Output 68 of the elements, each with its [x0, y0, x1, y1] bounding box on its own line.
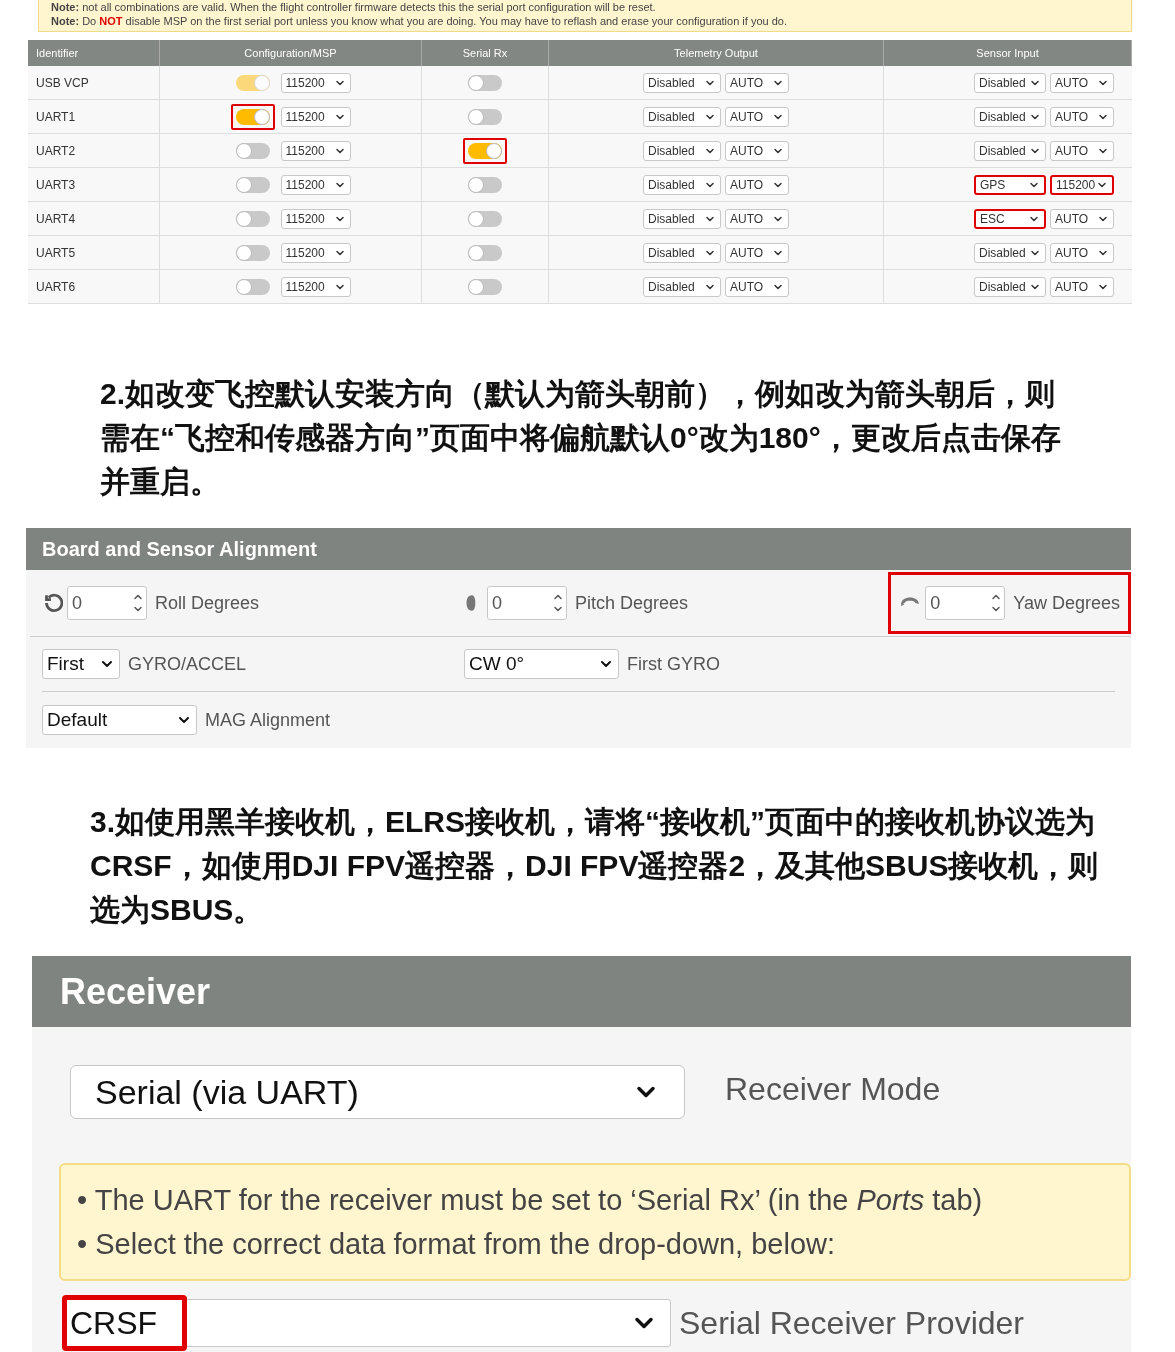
gyro-label: First GYRO — [627, 652, 720, 676]
mag-label: MAG Alignment — [205, 708, 331, 732]
note-text: Note: Do NOT disable MSP on the first serial port unless you know what you are doing. You may have to reflash and erase your configuration if you do. — [51, 14, 788, 28]
port-identifier: UART1 — [36, 108, 76, 126]
baud-dropdown[interactable]: AUTO — [1050, 140, 1114, 161]
baud-dropdown[interactable]: 115200 — [280, 72, 351, 93]
sensor-dropdown[interactable]: Disabled — [974, 72, 1046, 93]
info-text: • The UART for the receiver must be set to ‘Serial Rx’ (in the Ports tab) — [77, 1183, 984, 1218]
baud-dropdown[interactable]: 115200 — [280, 106, 351, 127]
degrees-label: Roll Degrees — [155, 591, 260, 615]
number-field[interactable]: 0 — [925, 586, 1006, 620]
degrees-label: Yaw Degrees — [1013, 591, 1120, 615]
mode-dropdown[interactable]: Serial (via UART) — [70, 1065, 685, 1119]
number-field[interactable]: 0 — [487, 586, 567, 620]
instruction-text: 3.如使用黑羊接收机，ELRS接收机，请将“接收机”页面中的接收机协议选为CRSF，如使用DJI FPV遥控器，DJI FPV遥控器2，及其他SBUS接收机，则选为SBUS。 — [90, 804, 1100, 928]
number-field[interactable]: 0 — [67, 586, 147, 620]
telemetry-dropdown[interactable]: Disabled — [643, 140, 721, 161]
baud-dropdown[interactable]: AUTO — [725, 208, 789, 229]
port-identifier: UART4 — [36, 210, 76, 228]
baud-dropdown[interactable]: 115200 — [280, 276, 351, 297]
mode-label: Receiver Mode — [725, 1070, 941, 1109]
panel-header: Board and Sensor Alignment — [26, 528, 1131, 570]
sensor-dropdown[interactable]: Disabled — [974, 276, 1046, 297]
note-text: Note: not all combinations are valid. When the flight controller firmware detects this the serial port configuration will be reset. — [51, 0, 657, 14]
sensor-dropdown[interactable]: Disabled — [974, 242, 1046, 263]
gyro-label: GYRO/ACCEL — [128, 652, 247, 676]
degrees-label: Pitch Degrees — [575, 591, 689, 615]
telemetry-dropdown[interactable]: Disabled — [643, 174, 721, 195]
baud-dropdown[interactable]: 115200 — [280, 208, 351, 229]
telemetry-dropdown[interactable]: Disabled — [643, 242, 721, 263]
baud-dropdown[interactable]: 115200 — [280, 140, 351, 161]
port-identifier: UART2 — [36, 142, 76, 160]
port-identifier: UART5 — [36, 244, 76, 262]
port-identifier: USB VCP — [36, 74, 89, 92]
telemetry-dropdown[interactable]: Disabled — [643, 106, 721, 127]
baud-dropdown[interactable]: AUTO — [1050, 242, 1114, 263]
baud-dropdown[interactable]: 115200 — [1050, 174, 1114, 195]
baud-dropdown[interactable]: AUTO — [725, 140, 789, 161]
sensor-dropdown[interactable]: ESC — [974, 208, 1046, 229]
sensor-dropdown[interactable]: Disabled — [974, 140, 1046, 161]
info-text: • Select the correct data format from the drop-down, below: — [77, 1227, 837, 1262]
instruction-text: 2.如改变飞控默认安装方向（默认为箭头朝前），例如改为箭头朝后，则需在“飞控和传感器方向”页面中将偏航默认0°改为180°，更改后点击保存并重启。 — [100, 376, 1062, 500]
telemetry-dropdown[interactable]: Disabled — [643, 208, 721, 229]
provider-label: Serial Receiver Provider — [679, 1304, 1024, 1343]
baud-dropdown[interactable]: AUTO — [1050, 106, 1114, 127]
port-identifier: UART6 — [36, 278, 76, 296]
baud-dropdown[interactable]: AUTO — [725, 276, 789, 297]
telemetry-dropdown[interactable]: Disabled — [643, 72, 721, 93]
gyro-dropdown[interactable]: First — [42, 649, 120, 679]
telemetry-dropdown[interactable]: Disabled — [643, 276, 721, 297]
baud-dropdown[interactable]: 115200 — [280, 242, 351, 263]
baud-dropdown[interactable]: AUTO — [1050, 72, 1114, 93]
toggle-switch[interactable] — [230, 103, 275, 130]
baud-dropdown[interactable]: AUTO — [1050, 276, 1114, 297]
baud-dropdown[interactable]: AUTO — [725, 174, 789, 195]
baud-dropdown[interactable]: AUTO — [725, 106, 789, 127]
sensor-dropdown[interactable]: GPS — [974, 174, 1046, 195]
baud-dropdown[interactable]: AUTO — [1050, 208, 1114, 229]
port-identifier: UART3 — [36, 176, 76, 194]
baud-dropdown[interactable]: AUTO — [725, 242, 789, 263]
mag-dropdown[interactable]: Default — [42, 705, 197, 735]
baud-dropdown[interactable]: AUTO — [725, 72, 789, 93]
toggle-switch[interactable] — [463, 137, 507, 164]
sensor-dropdown[interactable]: Disabled — [974, 106, 1046, 127]
panel-header: Receiver — [32, 956, 1131, 1027]
baud-dropdown[interactable]: 115200 — [280, 174, 351, 195]
provider-dropdown[interactable]: CRSF — [65, 1299, 671, 1347]
alignment-dropdown[interactable]: CW 0° — [464, 649, 619, 679]
